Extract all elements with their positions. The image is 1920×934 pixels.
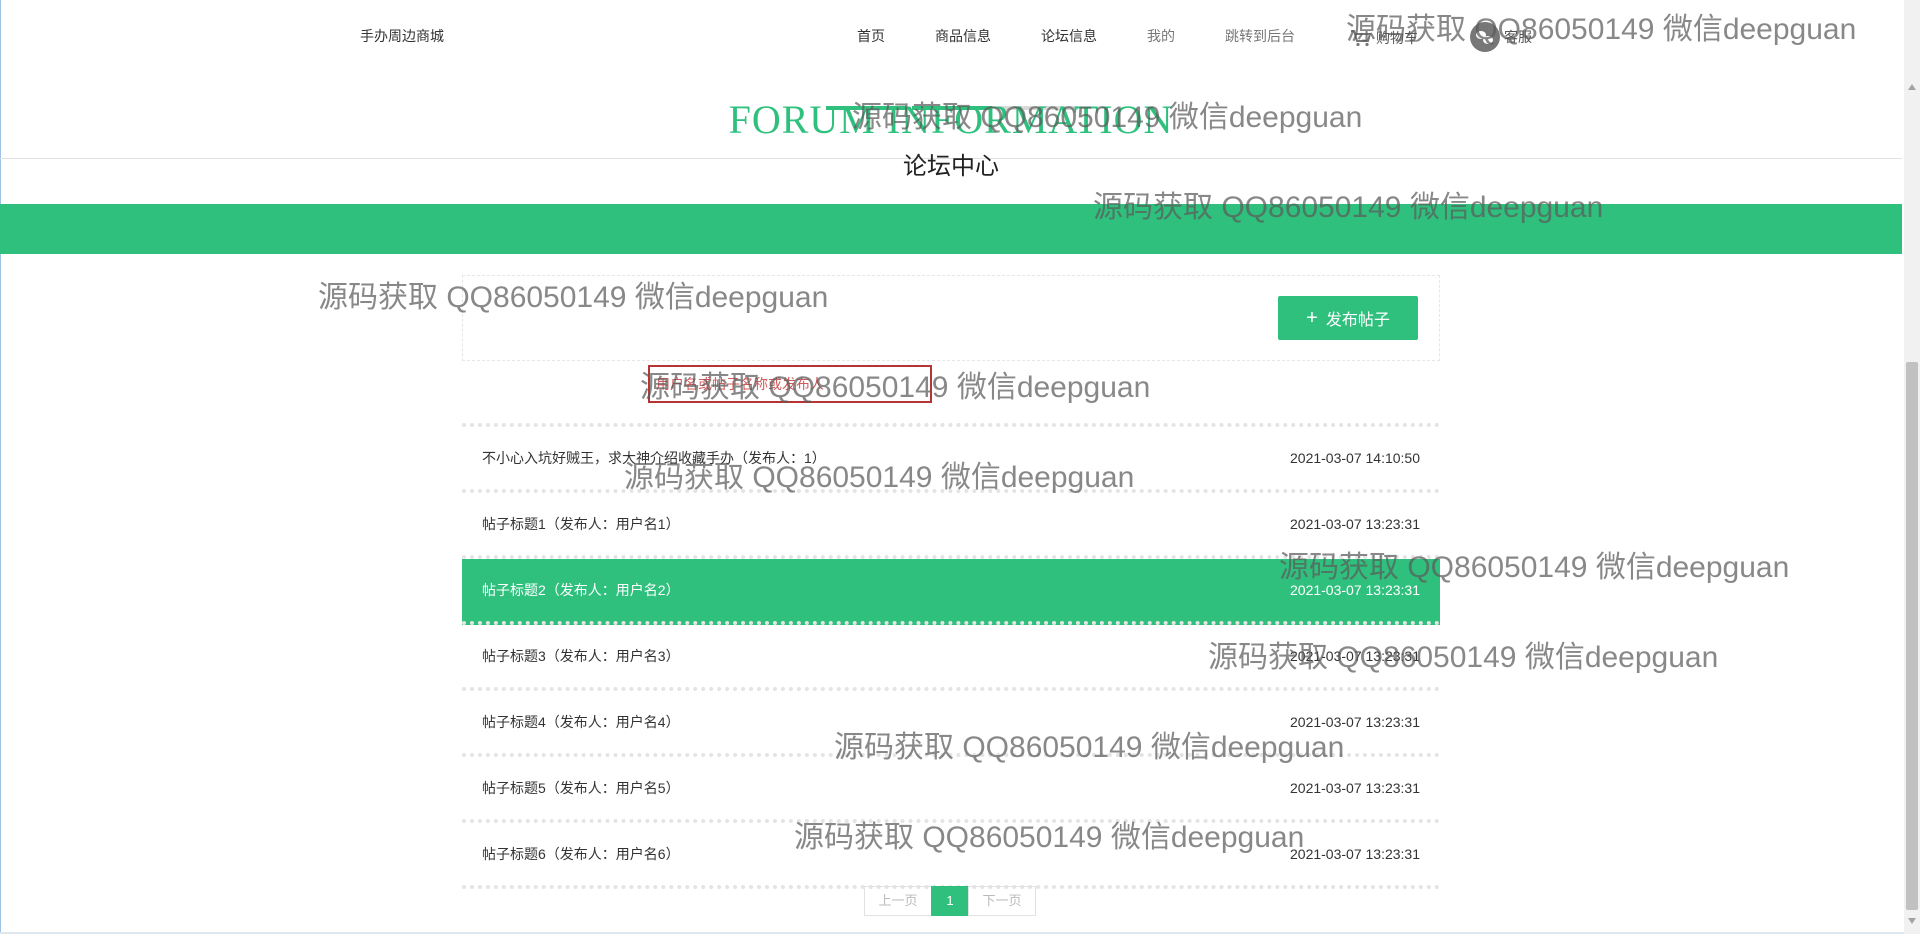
nav-products[interactable]: 商品信息 (935, 26, 991, 46)
post-title: 帖子标题4（发布人：用户名4） (482, 714, 680, 730)
post-title: 不小心入坑好贼王，求大神介绍收藏手办（发布人：1） (482, 450, 826, 466)
plus-icon: + (1306, 307, 1318, 329)
toolbar-box: + 发布帖子 (462, 275, 1440, 361)
publish-post-button[interactable]: + 发布帖子 (1278, 296, 1418, 340)
post-time: 2021-03-07 13:23:31 (1290, 648, 1420, 664)
post-time: 2021-03-07 13:23:31 (1290, 846, 1420, 862)
post-time: 2021-03-07 13:23:31 (1290, 516, 1420, 532)
post-row[interactable]: 帖子标题4（发布人：用户名4） 2021-03-07 13:23:31 (462, 691, 1440, 757)
nav-forum[interactable]: 论坛信息 (1041, 26, 1097, 46)
post-row[interactable]: 帖子标题1（发布人：用户名1） 2021-03-07 13:23:31 (462, 493, 1440, 559)
nav-admin[interactable]: 跳转到后台 (1225, 26, 1295, 46)
post-row[interactable]: 帖子标题5（发布人：用户名5） 2021-03-07 13:23:31 (462, 757, 1440, 823)
scrollbar-thumb[interactable] (1906, 362, 1918, 910)
post-time: 2021-03-07 13:23:31 (1290, 780, 1420, 796)
nav-home[interactable]: 首页 (857, 26, 885, 46)
publish-post-label: 发布帖子 (1325, 312, 1390, 329)
post-time: 2021-03-07 13:23:31 (1290, 714, 1420, 730)
pagination-next[interactable]: 下一页 (968, 886, 1036, 916)
post-title: 帖子标题6（发布人：用户名6） (482, 846, 680, 862)
wechat-icon (1470, 22, 1500, 52)
post-title: 帖子标题5（发布人：用户名5） (482, 780, 680, 796)
post-title: 帖子标题1（发布人：用户名1） (482, 516, 680, 532)
pagination-page-current[interactable]: 1 (931, 886, 969, 916)
green-banner (0, 204, 1902, 254)
pagination-prev[interactable]: 上一页 (864, 886, 932, 916)
service-link[interactable]: 客服 (1470, 22, 1532, 52)
post-row[interactable]: 帖子标题3（发布人：用户名3） 2021-03-07 13:23:31 (462, 625, 1440, 691)
pagination: 上一页 1 下一页 (864, 886, 1036, 916)
cart-label: 购物车 (1376, 30, 1418, 46)
cart-icon (1351, 30, 1372, 47)
top-nav: 首页 商品信息 论坛信息 我的 跳转到后台 (0, 26, 1920, 110)
post-title: 帖子标题3（发布人：用户名3） (482, 648, 680, 664)
scroll-down-arrow-icon[interactable] (1908, 918, 1916, 924)
post-time: 2021-03-07 14:10:50 (1290, 450, 1420, 466)
post-row[interactable]: 不小心入坑好贼王，求大神介绍收藏手办（发布人：1） 2021-03-07 14:… (462, 423, 1440, 493)
search-box (648, 365, 932, 403)
nav-mine[interactable]: 我的 (1147, 26, 1175, 46)
service-label: 客服 (1504, 29, 1532, 45)
post-list: 不小心入坑好贼王，求大神介绍收藏手办（发布人：1） 2021-03-07 14:… (462, 423, 1440, 889)
post-time: 2021-03-07 13:23:31 (1290, 582, 1420, 598)
post-row-hovered[interactable]: 帖子标题2（发布人：用户名2） 2021-03-07 13:23:31 (462, 559, 1440, 625)
post-row[interactable]: 帖子标题6（发布人：用户名6） 2021-03-07 13:23:31 (462, 823, 1440, 889)
cart-link[interactable]: 购物车 (1350, 28, 1418, 48)
post-title: 帖子标题2（发布人：用户名2） (482, 582, 680, 598)
page-title-en: FORUM INFORMATION (728, 97, 1174, 142)
page-title-cn: 论坛中心 (903, 153, 999, 180)
scroll-up-arrow-icon[interactable] (1908, 84, 1916, 90)
search-input[interactable] (650, 367, 930, 401)
